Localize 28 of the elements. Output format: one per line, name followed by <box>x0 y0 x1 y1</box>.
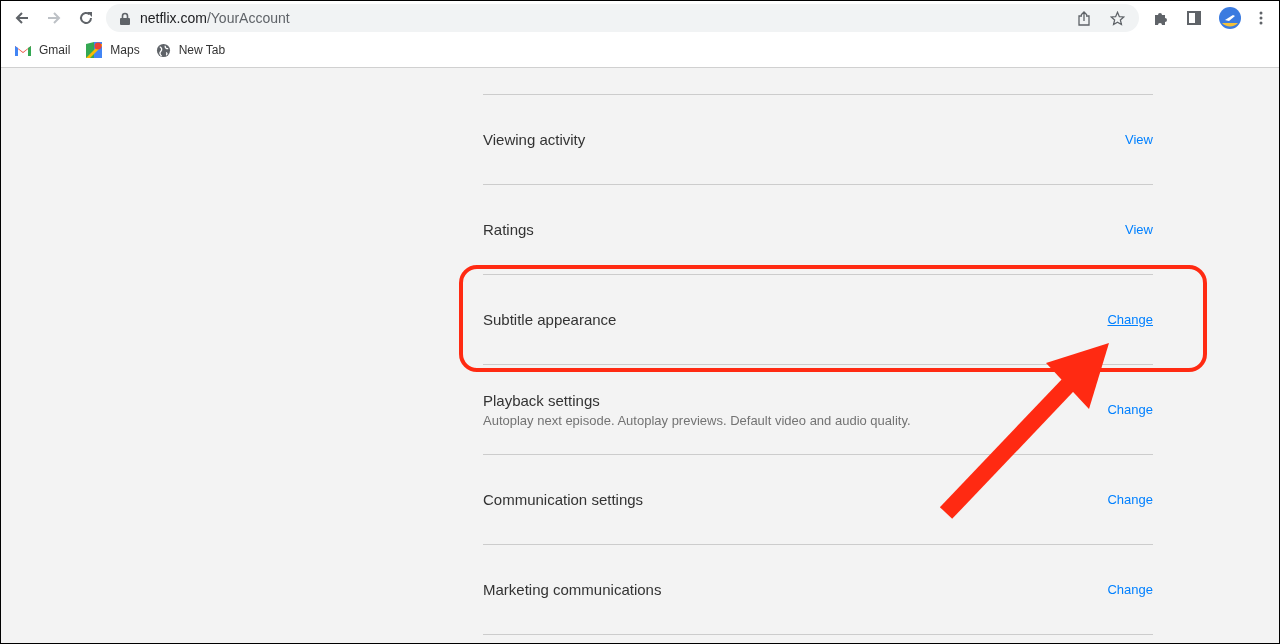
setting-link[interactable]: Change <box>1107 492 1153 507</box>
setting-title: Communication settings <box>483 491 644 508</box>
setting-link[interactable]: View <box>1125 132 1153 147</box>
back-icon[interactable] <box>14 10 30 26</box>
setting-description: Autoplay next episode. Autoplay previews. Default video and audio quality. <box>483 412 911 428</box>
share-icon[interactable] <box>1078 10 1090 26</box>
menu-icon[interactable] <box>1259 11 1263 25</box>
reload-icon[interactable] <box>78 10 94 26</box>
globe-icon <box>155 42 171 58</box>
avatar-icon[interactable] <box>1219 7 1241 29</box>
gmail-icon <box>15 44 31 56</box>
bookmark-item[interactable]: New Tab <box>155 42 226 58</box>
bookmark-star-icon[interactable] <box>1110 10 1125 26</box>
extensions-icon[interactable] <box>1153 10 1169 26</box>
map-pin-icon <box>86 42 103 58</box>
setting-title: Subtitle appearance <box>483 311 617 328</box>
setting-link[interactable]: View <box>1125 222 1153 237</box>
bookmark-item[interactable]: Maps <box>86 42 140 58</box>
setting-title: Marketing communications <box>483 581 662 598</box>
setting-link[interactable]: Change <box>1107 582 1153 597</box>
setting-title: Viewing activity <box>483 131 586 148</box>
side-panel-icon[interactable] <box>1187 11 1201 25</box>
setting-link[interactable]: Change <box>1107 402 1153 417</box>
setting-link[interactable]: Change <box>1107 312 1153 327</box>
lock-icon[interactable] <box>120 11 130 25</box>
bookmark-item[interactable]: Gmail <box>15 43 71 57</box>
setting-title: Ratings <box>483 221 534 238</box>
setting-title: Playback settings <box>483 391 601 409</box>
